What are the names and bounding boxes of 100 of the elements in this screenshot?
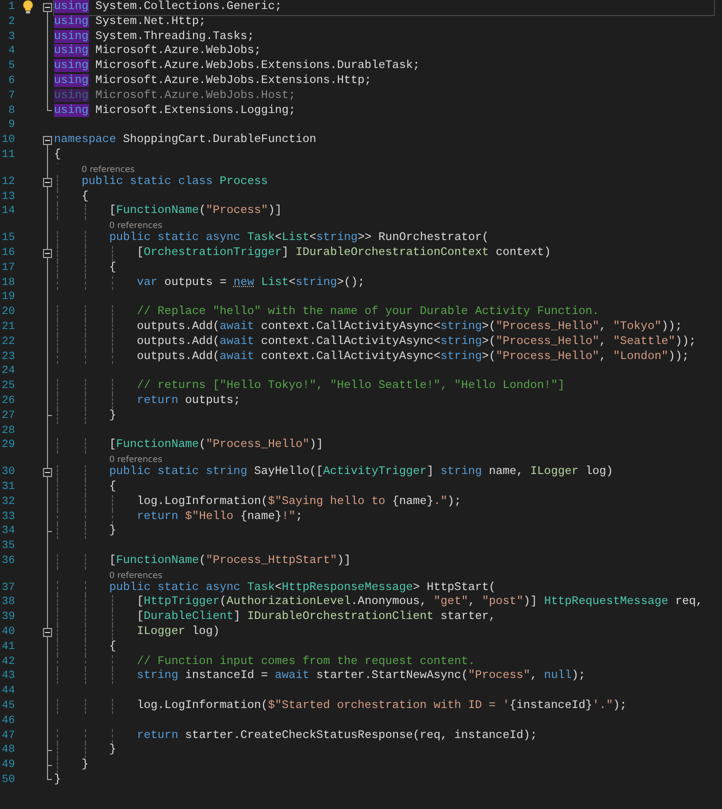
code-line: // returns ["Hello Tokyo!", "Hello Seattle!", "Hello London!"] [136,379,565,394]
line-number: 13 [0,190,15,204]
line-number: 6 [7,74,15,89]
line-number: 17 [0,260,15,276]
collapse-toggle[interactable] [43,136,52,146]
line-number: 26 [0,394,15,409]
line-number: 23 [0,350,15,364]
line-number: 37 [0,580,15,596]
collapse-toggle[interactable] [43,178,52,187]
code-line: { [108,640,116,655]
line-number: 3 [7,30,15,44]
collapse-toggle[interactable] [43,468,52,478]
line-number: 12 [0,174,15,190]
line-number: 25 [0,379,15,394]
line-number: 41 [0,640,15,655]
code-line: { [54,148,61,163]
line-number: 40 [0,625,15,640]
code-line: string instanceId = await starter.StartNewAsync("Process", null); [136,669,586,684]
code-line: // Replace "hello" with the name of your Durable Activity Function. [136,305,600,320]
code-line: using Microsoft.Azure.WebJobs.Extensions.DurableTask; [54,59,420,74]
line-number: 48 [0,743,15,758]
code-line: public static async Task<List<string>> RunOrchestrator( [108,231,489,246]
references-link[interactable]: 0 references [54,570,162,582]
line-number: 11 [0,148,15,163]
line-number: 10 [0,133,15,148]
code-line: public static class Process [80,174,268,190]
line-number: 45 [0,699,15,714]
code-line: [OrchestrationTrigger] IDurableOrchestrationContext context) [136,246,551,261]
collapse-toggle[interactable] [43,628,52,638]
code-line: public static string SayHello([ActivityTrigger] string name, ILogger log) [108,465,614,480]
code-line: using System.Net.Http; [54,14,206,30]
code-line: using Microsoft.Azure.WebJobs; [54,44,262,60]
code-line: log.LogInformation($"Started orchestration with ID = '{instanceId}'."); [136,699,627,714]
line-number: 14 [0,204,15,220]
code-line: } [80,758,89,774]
code-line: var outputs = new List<string>(); [136,276,365,290]
collapse-toggle[interactable] [43,248,52,258]
code-line: } [54,773,61,788]
code-line: outputs.Add(await context.CallActivityAsync<string>("Process_Hello", "London")); [136,350,690,364]
line-number: 33 [0,510,15,524]
line-number: 22 [0,334,15,350]
line-number: 32 [0,494,15,510]
line-number: 18 [0,276,15,290]
code-line: ILogger log) [136,625,220,640]
line-number: 15 [0,231,15,246]
line-number: 46 [0,714,15,729]
code-line: log.LogInformation($"Saying hello to {name}."); [136,494,462,510]
line-number: 35 [0,539,15,554]
line-number: 2 [7,14,15,30]
code-line: [FunctionName("Process_HttpStart")] [108,554,351,569]
code-line: { [108,260,116,276]
line-number: 38 [0,595,15,610]
line-number: 5 [7,59,15,74]
code-line: } [108,408,116,424]
code-line: outputs.Add(await context.CallActivityAsync<string>("Process_Hello", "Seattle")); [136,334,696,350]
code-line: namespace ShoppingCart.DurableFunction [54,133,316,148]
line-number: 20 [0,305,15,320]
line-number: 16 [0,246,15,261]
code-line: [FunctionName("Process")] [108,204,282,220]
code-line: [FunctionName("Process_Hello")] [108,438,324,454]
code-line: outputs.Add(await context.CallActivityAsync<string>("Process_Hello", "Tokyo")); [136,320,682,335]
line-number: 4 [7,44,15,60]
line-number: 44 [0,684,15,700]
code-line: using System.Collections.Generic; [54,0,714,15]
code-line: using Microsoft.Azure.WebJobs.Extensions.Http; [54,74,372,89]
line-number: 43 [0,669,15,684]
code-line: return starter.CreateCheckStatusResponse(req, instanceId); [136,728,538,744]
line-number: 34 [0,524,15,540]
line-number: 42 [0,654,15,670]
line-number: 50 [0,773,15,788]
code-line: { [80,190,89,204]
line-number: 7 [7,88,15,104]
references-link[interactable]: 0 references [54,454,162,466]
code-line: using Microsoft.Azure.WebJobs.Host; [54,88,296,104]
code-line: } [108,524,116,540]
code-line: using Microsoft.Extensions.Logging; [54,104,296,118]
references-link[interactable]: 0 references [54,164,135,176]
line-number: 30 [0,465,15,480]
line-number: 28 [0,424,15,438]
collapse-toggle[interactable] [43,3,52,12]
line-number: 36 [0,554,15,569]
code-line: [DurableClient] IDurableOrchestrationClient starter, [136,610,496,626]
line-number: 24 [0,364,15,380]
references-link[interactable]: 0 references [54,220,162,232]
line-number: 1 [7,0,15,15]
line-number: 31 [0,480,15,495]
line-number: 21 [0,320,15,335]
line-number: 39 [0,610,15,626]
code-line: return outputs; [136,394,240,409]
line-number: 29 [0,438,15,454]
code-line: } [108,743,116,758]
line-number: 47 [0,728,15,744]
line-number: 49 [0,758,15,774]
lightbulb-icon[interactable] [23,0,33,14]
code-line: public static async Task<HttpResponseMessage> HttpStart( [108,580,496,596]
line-number: 8 [7,104,15,118]
code-line: // Function input comes from the request content. [136,654,475,670]
line-number: 9 [7,118,15,134]
code-line: return $"Hello {name}!"; [136,510,302,524]
line-number: 27 [0,408,15,424]
